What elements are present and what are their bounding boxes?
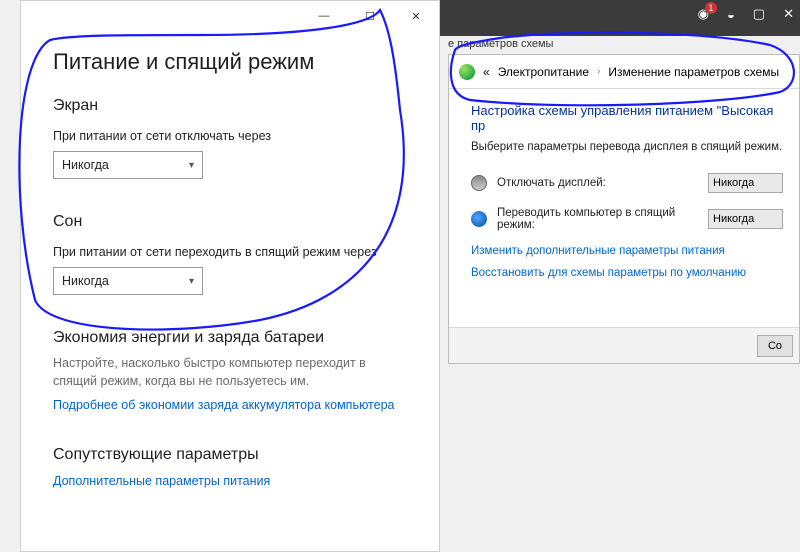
link-battery-info[interactable]: Подробнее об экономии заряда аккумулятор… — [53, 398, 407, 412]
display-icon — [471, 175, 487, 191]
select-sleep-after-value: Никогда — [62, 274, 109, 288]
minimize-button[interactable]: — — [301, 1, 347, 31]
section-related-heading: Сопутствующие параметры — [53, 446, 407, 464]
select-sleep[interactable]: Никогда — [708, 209, 783, 229]
select-display-off[interactable]: Никогда — [708, 173, 783, 193]
label-screen-off: При питании от сети отключать через — [53, 129, 407, 143]
select-sleep-after[interactable]: Никогда ▾ — [53, 267, 203, 295]
label-sleep: Переводить компьютер в спящий режим: — [497, 207, 708, 231]
link-advanced-power[interactable]: Изменить дополнительные параметры питани… — [471, 245, 783, 257]
chevron-down-icon: ▾ — [189, 160, 194, 171]
row-sleep: Переводить компьютер в спящий режим: Ник… — [471, 207, 783, 231]
breadcrumb[interactable]: « Электропитание › Изменение параметров … — [449, 55, 799, 89]
link-additional-power[interactable]: Дополнительные параметры питания — [53, 474, 407, 488]
section-battery-heading: Экономия энергии и заряда батареи — [53, 329, 407, 347]
save-button[interactable]: Со — [757, 335, 793, 357]
breadcrumb-item-edit-plan[interactable]: Изменение параметров схемы — [608, 65, 779, 79]
label-display-off: Отключать дисплей: — [497, 177, 708, 189]
maximize-button[interactable]: ☐ — [347, 1, 393, 31]
page-title: Питание и спящий режим — [53, 49, 407, 75]
background-tab-caption: е параметров схемы — [448, 38, 553, 50]
breadcrumb-back[interactable]: « — [483, 65, 490, 79]
control-panel-window: « Электропитание › Изменение параметров … — [448, 54, 800, 364]
chevron-down-icon: ▾ — [189, 276, 194, 287]
dialog-footer: Со — [449, 327, 799, 363]
close-button[interactable]: ✕ — [393, 1, 439, 31]
section-sleep-heading: Сон — [53, 213, 407, 231]
battery-description: Настройте, насколько быстро компьютер пе… — [53, 355, 407, 390]
sleep-icon — [471, 211, 487, 227]
section-screen-heading: Экран — [53, 97, 407, 115]
row-display-off: Отключать дисплей: Никогда — [471, 173, 783, 193]
window-restore-icon[interactable]: ▢ — [753, 6, 765, 22]
page-title: Настройка схемы управления питанием "Выс… — [471, 103, 783, 133]
power-icon — [459, 64, 475, 80]
settings-window: — ☐ ✕ Питание и спящий режим Экран При п… — [20, 0, 440, 552]
user-icon[interactable]: ◒ — [727, 7, 735, 22]
page-subtitle: Выберите параметры перевода дисплея в сп… — [471, 141, 783, 153]
link-restore-defaults[interactable]: Восстановить для схемы параметры по умол… — [471, 267, 783, 279]
window-close-icon[interactable]: ✕ — [783, 6, 794, 22]
breadcrumb-item-power[interactable]: Электропитание — [498, 65, 589, 79]
titlebar: — ☐ ✕ — [21, 1, 439, 31]
select-screen-off[interactable]: Никогда ▾ — [53, 151, 203, 179]
background-strip: ◉ ◒ ▢ ✕ — [440, 0, 800, 36]
select-screen-off-value: Никогда — [62, 158, 109, 172]
chevron-right-icon: › — [597, 66, 600, 77]
notification-icon[interactable]: ◉ — [698, 6, 709, 22]
label-sleep-after: При питании от сети переходить в спящий … — [53, 245, 407, 259]
